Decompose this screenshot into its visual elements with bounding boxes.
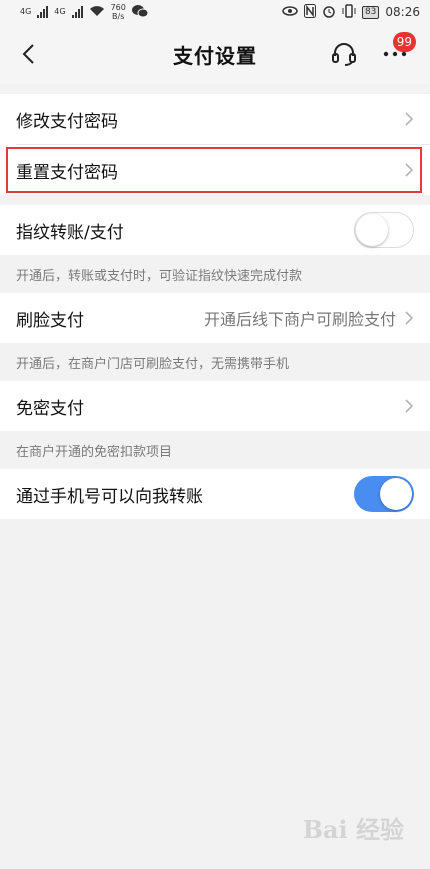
toggle-knob — [380, 478, 412, 510]
modify-password-row[interactable]: 修改支付密码 — [0, 94, 430, 144]
network-label-2: 4G — [54, 7, 66, 16]
clock: 08:26 — [385, 5, 420, 19]
modify-password-label: 修改支付密码 — [16, 111, 118, 132]
alarm-icon — [322, 4, 336, 21]
wechat-icon — [131, 4, 149, 21]
status-left: 4G 4G 760 B/s — [20, 3, 149, 21]
phone-transfer-row: 通过手机号可以向我转账 — [0, 469, 430, 519]
back-arrow-icon — [22, 44, 34, 64]
status-right: 83 08:26 — [282, 3, 420, 21]
fingerprint-label: 指纹转账/支付 — [16, 222, 124, 243]
network-speed: 760 B/s — [111, 3, 126, 21]
fingerprint-hint: 开通后，转账或支付时，可验证指纹快速完成付款 — [16, 268, 303, 284]
wifi-icon — [89, 5, 105, 20]
face-pay-row[interactable]: 刷脸支付 开通后线下商户可刷脸支付 — [0, 293, 430, 343]
reset-password-row[interactable]: 重置支付密码 — [0, 145, 430, 195]
face-pay-label: 刷脸支付 — [16, 310, 84, 331]
network-label-1: 4G — [20, 7, 32, 16]
fingerprint-toggle[interactable] — [354, 212, 414, 248]
eye-icon — [282, 5, 298, 20]
fingerprint-row: 指纹转账/支付 — [0, 205, 430, 255]
status-bar: 4G 4G 760 B/s 83 08:26 — [0, 0, 430, 24]
back-button[interactable] — [14, 38, 42, 70]
nfc-icon — [303, 3, 316, 21]
face-pay-hint: 开通后，在商户门店可刷脸支付，无需携带手机 — [16, 356, 290, 372]
network-speed-unit: B/s — [112, 12, 125, 21]
chevron-right-icon — [405, 112, 414, 126]
reset-password-label: 重置支付密码 — [16, 162, 118, 183]
customer-service-button[interactable] — [330, 40, 358, 68]
vibrate-icon — [342, 3, 356, 21]
phone-transfer-toggle[interactable] — [354, 476, 414, 512]
face-pay-value: 开通后线下商户可刷脸支付 — [203, 310, 396, 329]
page-title: 支付设置 — [173, 43, 257, 68]
notification-badge: 99 — [392, 32, 416, 52]
chevron-right-icon — [405, 399, 414, 413]
nav-bar: 支付设置 99 — [0, 24, 430, 84]
watermark-logo: Bai 经验 — [302, 815, 404, 844]
password-free-label: 免密支付 — [16, 398, 84, 419]
chevron-right-icon — [405, 311, 414, 325]
password-free-hint: 在商户开通的免密扣款项目 — [16, 444, 173, 460]
phone-transfer-label: 通过手机号可以向我转账 — [16, 486, 203, 507]
signal-icon-2 — [71, 6, 83, 18]
signal-icon — [37, 6, 49, 18]
battery-level: 83 — [361, 5, 380, 19]
network-speed-value: 760 — [110, 3, 126, 12]
password-free-row[interactable]: 免密支付 — [0, 381, 430, 431]
headset-icon — [332, 43, 356, 66]
chevron-right-icon — [405, 163, 414, 177]
toggle-knob — [356, 214, 388, 246]
